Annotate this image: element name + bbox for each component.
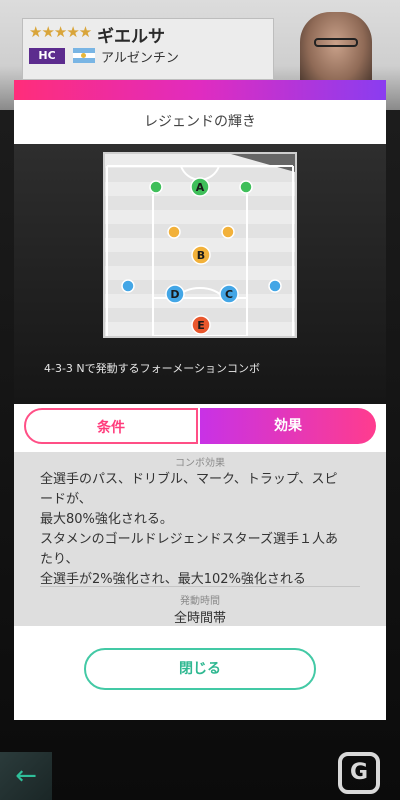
marker-label-c: C (225, 288, 233, 301)
player-marker-rcm (221, 225, 235, 239)
marker-label-d: D (170, 288, 179, 301)
player-name: ギエルサ (97, 27, 165, 47)
time-section-label: 発動時間 (180, 596, 220, 607)
player-marker-lw (149, 180, 163, 194)
player-card: ★★★★★ ギエルサ HC アルゼンチン (22, 18, 274, 80)
argentina-flag-icon (73, 48, 95, 63)
player-marker-rw (239, 180, 253, 194)
close-button[interactable]: 閉じる (84, 648, 316, 690)
activation-time-value: 全時間帯 (173, 611, 226, 626)
effect-line: たり、 (40, 552, 79, 567)
country-label: アルゼンチン (101, 51, 179, 66)
combo-caption: 4-3-3 Nで発動するフォーメーションコンボ (44, 362, 260, 375)
rarity-stars: ★★★★★ (29, 23, 92, 41)
modal-title: レジェンドの輝き (14, 100, 386, 144)
tab-effect[interactable]: 効果 (200, 408, 376, 444)
back-arrow-icon[interactable]: ← (0, 752, 52, 800)
effect-line: ードが、 (40, 492, 92, 507)
formation-field: A B D C E (103, 152, 297, 338)
effect-line: スタメンのゴールドレジェンドスターズ選手１人あ (40, 532, 338, 547)
player-marker-lcm (167, 225, 181, 239)
marker-label-b: B (197, 249, 205, 262)
tab-bar: 条件 効果 (14, 404, 386, 452)
site-logo-watermark: G (338, 752, 380, 794)
marker-label-e: E (197, 319, 205, 332)
marker-label-a: A (196, 181, 205, 194)
effect-line: 全選手が2%強化され、最大102%強化される (40, 572, 306, 587)
section-divider (40, 586, 360, 587)
effect-section-label: コンボ効果 (175, 458, 225, 469)
effect-line: 全選手のパス、ドリブル、マーク、トラップ、スピ (40, 472, 338, 487)
legend-combo-modal: レジェンドの輝き A B D C E 4-3-3 Nで発動するフォーメーションコ… (14, 80, 386, 720)
modal-header-bar (14, 80, 386, 100)
effect-detail-panel: コンボ効果 全選手のパス、ドリブル、マーク、トラップ、スピ ードが、 最大80%… (14, 452, 386, 626)
field-corner-shade (231, 154, 295, 172)
effect-line: 最大80%強化される。 (40, 512, 173, 527)
player-marker-rb (268, 279, 282, 293)
player-marker-lb (121, 279, 135, 293)
tab-conditions[interactable]: 条件 (24, 408, 198, 444)
formation-diagram: A B D C E (106, 154, 295, 336)
role-badge: HC (29, 48, 65, 64)
effect-description: 全選手のパス、ドリブル、マーク、トラップ、スピ ードが、 最大80%強化される。… (40, 470, 370, 590)
